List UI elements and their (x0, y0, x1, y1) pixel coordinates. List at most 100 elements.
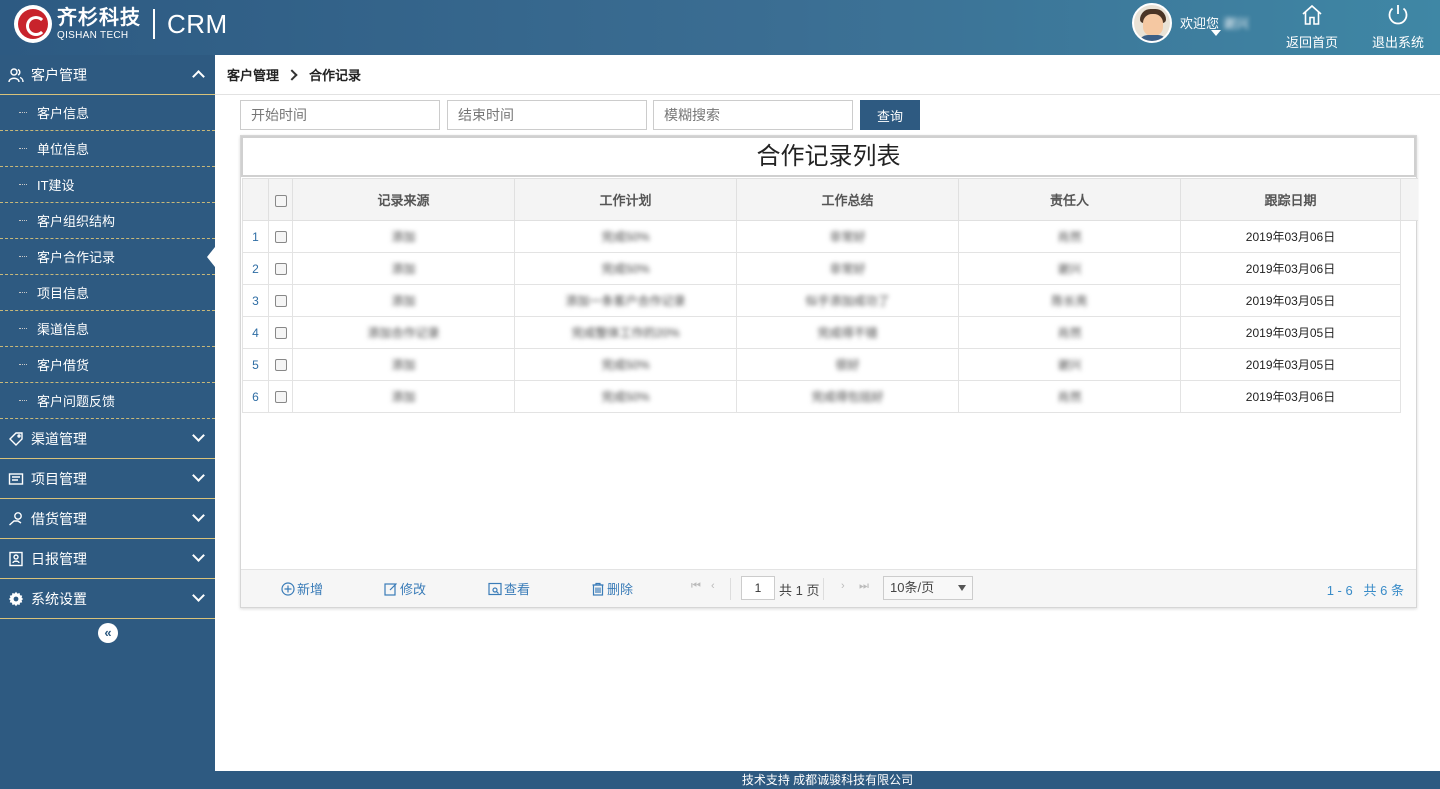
chevron-up-icon (192, 70, 205, 83)
table-row[interactable]: 5 添加 完成50% 很好 谢兴 2019年03月05日 (242, 348, 1418, 381)
row-number: 4 (242, 316, 269, 349)
chevron-right-icon (286, 68, 298, 81)
cell-summary: 非常好 (829, 262, 866, 276)
cell-plan: 完成50% (601, 230, 650, 244)
home-button[interactable]: 返回首页 (1277, 3, 1347, 51)
sidebar-item-customer-loans[interactable]: 客户借货 (0, 347, 215, 383)
cell-owner: 肖然 (1057, 326, 1082, 340)
cell-owner: 陈长亮 (1051, 294, 1088, 308)
cell-owner: 谢兴 (1057, 358, 1082, 372)
cell-source: 添加 (391, 294, 416, 308)
sidebar-group-label: 日报管理 (31, 550, 87, 567)
column-header[interactable]: 责任人 (958, 178, 1181, 221)
query-button[interactable]: 查询 (860, 100, 920, 130)
table-header-row: 记录来源 工作计划 工作总结 责任人 跟踪日期 (242, 178, 1418, 221)
cell-owner: 肖然 (1057, 230, 1082, 244)
breadcrumb-parent[interactable]: 客户管理 (227, 65, 279, 84)
sidebar-item-unit-info[interactable]: 单位信息 (0, 131, 215, 167)
keyword-search-input[interactable] (653, 100, 853, 130)
sidebar-item-feedback[interactable]: 客户问题反馈 (0, 383, 215, 419)
cell-date: 2019年03月05日 (1180, 316, 1401, 349)
cell-summary: 似乎添加成功了 (805, 294, 890, 308)
row-checkbox[interactable] (274, 295, 287, 308)
cell-source: 添加 (391, 390, 416, 404)
column-header[interactable]: 工作计划 (514, 178, 737, 221)
table-row[interactable]: 2 添加 完成50% 非常好 谢兴 2019年03月06日 (242, 252, 1418, 285)
next-page-icon[interactable]: › (841, 580, 845, 592)
edit-label: 修改 (400, 582, 427, 597)
row-checkbox[interactable] (274, 263, 287, 276)
edit-button[interactable]: 修改 (384, 579, 426, 598)
select-all-checkbox[interactable] (274, 194, 287, 207)
row-number: 1 (242, 220, 269, 253)
sidebar-item-cooperation-records[interactable]: 客户合作记录 (0, 239, 215, 275)
sidebar-group-channel[interactable]: 渠道管理 (0, 419, 215, 459)
cell-date: 2019年03月06日 (1180, 380, 1401, 413)
chevron-down-icon (192, 469, 205, 482)
sidebar-group-customer[interactable]: 客户管理 (0, 55, 215, 95)
page-number-input[interactable]: 1 (741, 576, 775, 600)
total-pages: 共 1 页 (779, 583, 820, 598)
end-date-input[interactable] (447, 100, 647, 130)
chevron-down-icon (192, 589, 205, 602)
customer-icon (8, 67, 24, 83)
sidebar-group-project[interactable]: 项目管理 (0, 459, 215, 499)
view-button[interactable]: 查看 (488, 579, 530, 598)
sidebar-group-loan[interactable]: 借货管理 (0, 499, 215, 539)
sidebar-collapse-button[interactable]: « (98, 623, 118, 643)
page-size-select[interactable]: 10条/页 (883, 576, 973, 600)
cell-summary: 很好 (835, 358, 860, 372)
brand-logo: 齐杉科技 QISHAN TECH CRM (14, 5, 228, 43)
sidebar-group-label: 项目管理 (31, 470, 87, 487)
cell-plan: 完成整体工作的20% (571, 326, 680, 340)
column-header[interactable]: 工作总结 (736, 178, 959, 221)
breadcrumb-current: 合作记录 (309, 68, 362, 83)
logout-button[interactable]: 退出系统 (1363, 3, 1433, 51)
first-page-icon[interactable]: ⏮ (691, 580, 701, 593)
edit-icon (384, 582, 397, 596)
logout-label: 退出系统 (1371, 35, 1424, 50)
app-name: CRM (167, 8, 228, 39)
delete-button[interactable]: 删除 (591, 579, 633, 598)
cell-date: 2019年03月05日 (1180, 284, 1401, 317)
user-avatar[interactable] (1132, 3, 1172, 43)
select-all-header (268, 178, 293, 221)
tag-icon (8, 431, 24, 447)
column-header[interactable]: 记录来源 (292, 178, 515, 221)
row-number: 3 (242, 284, 269, 317)
welcome-label: 欢迎您 (1180, 16, 1220, 31)
table-row[interactable]: 6 添加 完成50% 完成得包括好 肖然 2019年03月06日 (242, 380, 1418, 413)
view-label: 查看 (504, 582, 531, 597)
prev-page-icon[interactable]: ‹ (711, 580, 715, 592)
sidebar-item-org-structure[interactable]: 客户组织结构 (0, 203, 215, 239)
logo-divider (153, 9, 155, 39)
column-header[interactable]: 跟踪日期 (1180, 178, 1401, 221)
user-menu-caret-icon[interactable] (1211, 30, 1221, 36)
table-row[interactable]: 3 添加 添加一条客户合作记录 似乎添加成功了 陈长亮 2019年03月05日 (242, 284, 1418, 317)
add-button[interactable]: 新增 (281, 579, 323, 598)
table-row[interactable]: 1 添加 完成50% 非常好 肖然 2019年03月06日 (242, 220, 1418, 253)
folder-icon (8, 471, 24, 487)
table-row[interactable]: 4 添加合作记录 完成整体工作的20% 完成得不错 肖然 2019年03月05日 (242, 316, 1418, 349)
row-checkbox[interactable] (274, 231, 287, 244)
sidebar-item-it-build[interactable]: IT建设 (0, 167, 215, 203)
sidebar-item-channel-info[interactable]: 渠道信息 (0, 311, 215, 347)
cell-summary: 完成得不错 (817, 326, 878, 340)
row-checkbox[interactable] (274, 391, 287, 404)
sidebar-item-customer-info[interactable]: 客户信息 (0, 95, 215, 131)
breadcrumb: 客户管理 合作记录 (215, 55, 1440, 95)
pagination-toolbar: 新增 修改 查看 删除 ⏮ ‹ 1 共 1 页 › ⏭ 10条/页 1 - 6 … (241, 569, 1416, 607)
sidebar-group-settings[interactable]: 系统设置 (0, 579, 215, 619)
row-checkbox[interactable] (274, 359, 287, 372)
records-panel: 合作记录列表 记录来源 工作计划 工作总结 责任人 跟踪日期 1 添加 完成50… (240, 135, 1418, 608)
logo-en-text: QISHAN TECH (57, 29, 129, 41)
trash-icon (592, 582, 604, 596)
last-page-icon[interactable]: ⏭ (859, 580, 869, 593)
start-date-input[interactable] (240, 100, 440, 130)
cell-plan: 完成50% (601, 262, 650, 276)
sidebar-group-daily-report[interactable]: 日报管理 (0, 539, 215, 579)
sidebar-item-project-info[interactable]: 项目信息 (0, 275, 215, 311)
sidebar: 客户管理 客户信息 单位信息 IT建设 客户组织结构 客户合作记录 项目信息 渠… (0, 55, 215, 789)
delete-label: 删除 (607, 582, 634, 597)
row-checkbox[interactable] (274, 327, 287, 340)
